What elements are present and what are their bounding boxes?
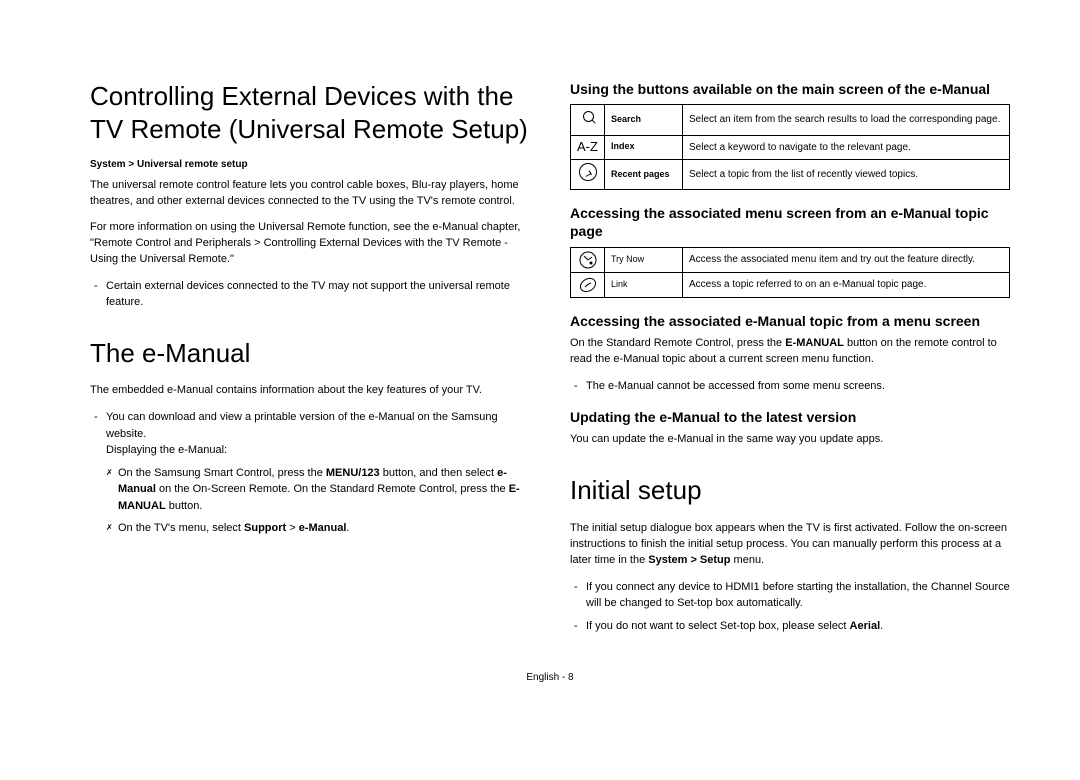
paragraph: On the Standard Remote Control, press th… [570,336,1010,368]
heading-emanual: The e-Manual [90,337,530,370]
table-desc: Select an item from the search results t… [683,105,1010,136]
table-desc: Select a keyword to navigate to the rele… [683,135,1010,159]
heading-universal-remote: Controlling External Devices with the TV… [90,80,530,145]
table-label: Index [605,135,683,159]
subheading: Accessing the associated menu screen fro… [570,204,1010,240]
table-label: Recent pages [605,159,683,190]
subheading: Using the buttons available on the main … [570,80,1010,98]
list-item: On the TV's menu, select Support > e-Man… [118,520,530,537]
try-now-icon [571,247,605,272]
table-label: Search [605,105,683,136]
paragraph: You can update the e-Manual in the same … [570,432,1010,448]
list-item: Certain external devices connected to th… [106,278,530,311]
table-desc: Access the associated menu item and try … [683,247,1010,272]
heading-initial-setup: Initial setup [570,474,1010,507]
list-item: The e-Manual cannot be accessed from som… [586,378,1010,395]
paragraph: The embedded e-Manual contains informati… [90,383,530,399]
paragraph: The initial setup dialogue box appears w… [570,521,1010,569]
table-desc: Access a topic referred to on an e-Manua… [683,272,1010,297]
table-desc: Select a topic from the list of recently… [683,159,1010,190]
menu-path: System > Universal remote setup [90,159,530,170]
page-footer: English - 8 [90,672,1010,683]
buttons-table-topic: Try Now Access the associated menu item … [570,247,1010,298]
table-label: Link [605,272,683,297]
recent-icon [571,159,605,190]
buttons-table-main: Search Select an item from the search re… [570,104,1010,190]
link-icon [571,272,605,297]
list-item: You can download and view a printable ve… [106,409,530,537]
paragraph: The universal remote control feature let… [90,178,530,210]
subheading: Accessing the associated e-Manual topic … [570,312,1010,330]
list-item: If you do not want to select Set-top box… [586,618,1010,635]
subheading: Updating the e-Manual to the latest vers… [570,408,1010,426]
list-item: On the Samsung Smart Control, press the … [118,465,530,515]
list-item: If you connect any device to HDMI1 befor… [586,579,1010,612]
search-icon [571,105,605,136]
az-icon: A-Z [571,135,605,159]
table-label: Try Now [605,247,683,272]
paragraph: For more information on using the Univer… [90,220,530,268]
